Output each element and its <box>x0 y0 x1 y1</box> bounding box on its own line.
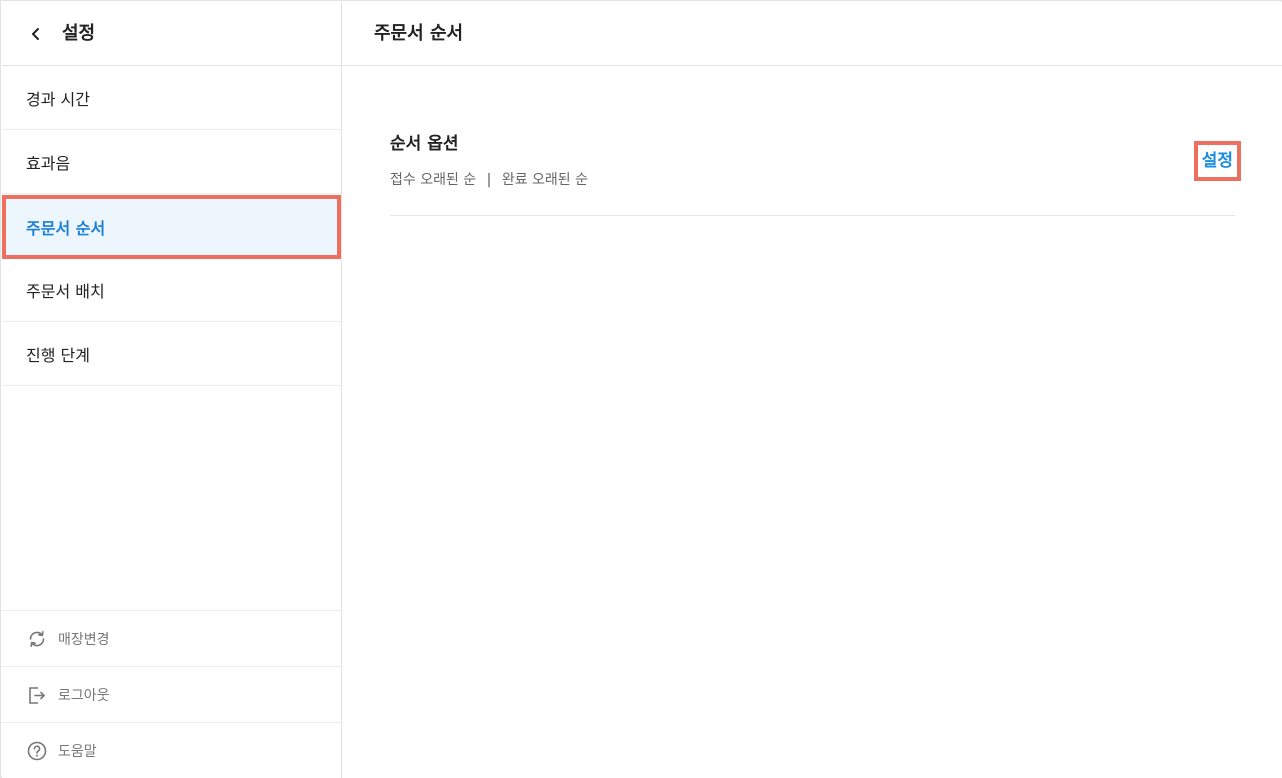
option-description: 접수 오래된 순 | 완료 오래된 순 <box>390 170 588 190</box>
page-title: 주문서 순서 <box>374 23 464 44</box>
sidebar-header: 설정 <box>2 2 341 66</box>
option-separator: | <box>486 172 492 188</box>
refresh-icon <box>26 628 48 650</box>
sidebar-item-elapsed-time[interactable]: 경과 시간 <box>2 66 341 130</box>
back-button[interactable] <box>24 22 48 46</box>
chevron-left-icon <box>32 28 39 40</box>
help-icon <box>26 740 48 762</box>
help-button[interactable]: 도움말 <box>2 722 341 778</box>
sidebar-item-label: 주문서 배치 <box>26 281 105 301</box>
option-title: 순서 옵션 <box>390 134 459 154</box>
sidebar-title: 설정 <box>62 23 96 44</box>
sidebar-item-order-sequence[interactable]: 주문서 순서 <box>2 195 341 259</box>
app-window: 설정 경과 시간 효과음 주문서 순서 주문서 배치 진행 단계 매장변경 로그… <box>0 0 1282 778</box>
change-store-label: 매장변경 <box>58 631 110 648</box>
sidebar-item-order-layout[interactable]: 주문서 배치 <box>2 258 341 322</box>
order-option-section: 순서 옵션 접수 오래된 순 | 완료 오래된 순 설정 <box>390 66 1241 216</box>
option-setting-button[interactable]: 설정 <box>1193 141 1241 181</box>
help-label: 도움말 <box>58 743 97 760</box>
main-header: 주문서 순서 <box>342 2 1282 66</box>
logout-icon <box>26 684 48 706</box>
sidebar-item-label: 주문서 순서 <box>26 219 106 238</box>
option-value-received: 접수 오래된 순 <box>390 172 477 188</box>
sidebar-item-label: 진행 단계 <box>26 345 90 365</box>
main-panel: 주문서 순서 순서 옵션 접수 오래된 순 | 완료 오래된 순 설정 <box>342 2 1282 778</box>
sidebar-item-sound-effect[interactable]: 효과음 <box>2 130 341 194</box>
sidebar: 설정 경과 시간 효과음 주문서 순서 주문서 배치 진행 단계 매장변경 로그… <box>2 2 342 778</box>
logout-button[interactable]: 로그아웃 <box>2 666 341 722</box>
change-store-button[interactable]: 매장변경 <box>2 610 341 666</box>
sidebar-item-label: 효과음 <box>26 153 71 173</box>
sidebar-item-label: 경과 시간 <box>26 89 90 109</box>
sidebar-item-progress-steps[interactable]: 진행 단계 <box>2 322 341 386</box>
logout-label: 로그아웃 <box>58 687 110 704</box>
option-value-completed: 완료 오래된 순 <box>501 172 588 188</box>
